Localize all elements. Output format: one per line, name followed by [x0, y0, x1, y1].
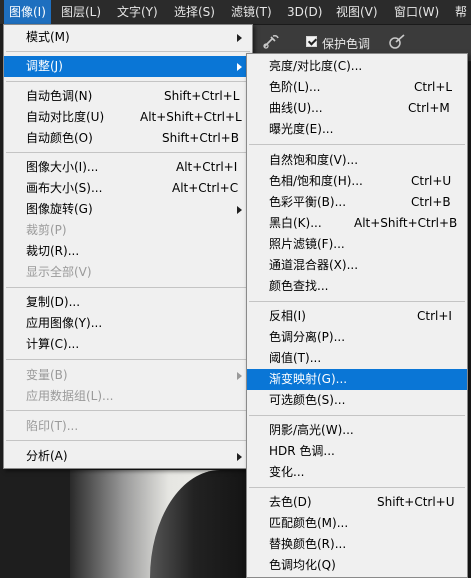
menubar-layer[interactable]: 图层(L)	[56, 0, 106, 24]
submenu-arrow-icon	[237, 34, 242, 42]
menubar-3d[interactable]: 3D(D)	[282, 0, 327, 24]
menubar-type[interactable]: 文字(Y)	[112, 0, 163, 24]
menu-item-calculations[interactable]: 计算(C)...	[4, 334, 252, 355]
menu-item-mode[interactable]: 模式(M)	[4, 27, 252, 48]
menu-separator	[6, 81, 250, 82]
shortcut-label: Alt+Shift+Ctrl+L	[140, 110, 242, 124]
shortcut-label: Shift+Ctrl+L	[164, 89, 240, 103]
adjustments-submenu: 亮度/对比度(C)... 色阶(L)... Ctrl+L 曲线(U)... Ctrl…	[246, 53, 468, 578]
shortcut-label: Shift+Ctrl+U	[377, 495, 455, 509]
menu-item-black-white[interactable]: 黑白(K)... Alt+Shift+Ctrl+B	[247, 213, 467, 234]
menu-item-levels[interactable]: 色阶(L)... Ctrl+L	[247, 77, 467, 98]
shortcut-label: Alt+Ctrl+C	[172, 181, 239, 195]
protect-tones-checkbox[interactable]	[306, 36, 317, 47]
submenu-arrow-icon	[237, 206, 242, 214]
menu-item-curves[interactable]: 曲线(U)... Ctrl+M	[247, 98, 467, 119]
menu-separator	[249, 144, 465, 145]
menu-separator	[249, 415, 465, 416]
menu-item-duplicate[interactable]: 复制(D)...	[4, 292, 252, 313]
shortcut-label: Ctrl+L	[414, 80, 453, 94]
menu-bar: 图像(I) 图层(L) 文字(Y) 选择(S) 滤镜(T) 3D(D) 视图(V…	[0, 0, 471, 25]
menu-item-posterize[interactable]: 色调分离(P)...	[247, 327, 467, 348]
menu-item-shadows-highlights[interactable]: 阴影/高光(W)...	[247, 420, 467, 441]
shortcut-label: Shift+Ctrl+B	[162, 131, 239, 145]
menubar-view[interactable]: 视图(V)	[331, 0, 383, 24]
menu-item-selective-color[interactable]: 可选颜色(S)...	[247, 390, 467, 411]
menu-item-variations[interactable]: 变化...	[247, 462, 467, 483]
menu-item-color-lookup[interactable]: 颜色查找...	[247, 276, 467, 297]
submenu-arrow-icon	[237, 453, 242, 461]
shortcut-label: Ctrl+U	[411, 174, 452, 188]
menu-item-trim[interactable]: 裁切(R)...	[4, 241, 252, 262]
airbrush-icon[interactable]	[262, 34, 280, 54]
shortcut-label: Ctrl+B	[411, 195, 451, 209]
shortcut-label: Ctrl+I	[417, 309, 452, 323]
menu-separator	[6, 440, 250, 441]
shortcut-label: Ctrl+M	[408, 101, 450, 115]
menu-item-photo-filter[interactable]: 照片滤镜(F)...	[247, 234, 467, 255]
menubar-help[interactable]: 帮	[450, 0, 471, 24]
menu-separator	[6, 410, 250, 411]
submenu-arrow-icon	[237, 372, 242, 380]
menu-item-trap[interactable]: 陷印(T)...	[4, 416, 252, 437]
menu-separator	[6, 287, 250, 288]
menu-item-canvas-size[interactable]: 画布大小(S)... Alt+Ctrl+C	[4, 178, 252, 199]
menu-item-apply-data-set[interactable]: 应用数据组(L)...	[4, 386, 252, 407]
menu-item-vibrance[interactable]: 自然饱和度(V)...	[247, 150, 467, 171]
protect-tones-label: 保护色调	[322, 37, 371, 51]
menu-item-equalize[interactable]: 色调均化(Q)	[247, 555, 467, 576]
menubar-window[interactable]: 窗口(W)	[389, 0, 444, 24]
menubar-image[interactable]: 图像(I)	[4, 0, 51, 24]
menu-item-channel-mixer[interactable]: 通道混合器(X)...	[247, 255, 467, 276]
menu-separator	[6, 152, 250, 153]
menu-item-brightness-contrast[interactable]: 亮度/对比度(C)...	[247, 56, 467, 77]
menu-item-reveal-all[interactable]: 显示全部(V)	[4, 262, 252, 283]
shortcut-label: Alt+Shift+Ctrl+B	[354, 216, 458, 230]
menu-item-image-size[interactable]: 图像大小(I)... Alt+Ctrl+I	[4, 157, 252, 178]
menu-separator	[249, 301, 465, 302]
menu-item-crop[interactable]: 裁剪(P)	[4, 220, 252, 241]
menubar-filter[interactable]: 滤镜(T)	[226, 0, 277, 24]
menu-item-hue-saturation[interactable]: 色相/饱和度(H)... Ctrl+U	[247, 171, 467, 192]
menu-item-exposure[interactable]: 曝光度(E)...	[247, 119, 467, 140]
menu-item-adjustments[interactable]: 调整(J)	[4, 56, 252, 77]
menu-item-gradient-map[interactable]: 渐变映射(G)...	[247, 369, 467, 390]
image-menu: 模式(M) 调整(J) 自动色调(N) Shift+Ctrl+L 自动对比度(U)…	[3, 24, 253, 469]
menu-item-auto-contrast[interactable]: 自动对比度(U) Alt+Shift+Ctrl+L	[4, 107, 252, 128]
menu-item-auto-tone[interactable]: 自动色调(N) Shift+Ctrl+L	[4, 86, 252, 107]
menubar-select[interactable]: 选择(S)	[169, 0, 220, 24]
menu-item-match-color[interactable]: 匹配颜色(M)...	[247, 513, 467, 534]
menu-item-image-rotation[interactable]: 图像旋转(G)	[4, 199, 252, 220]
menu-item-color-balance[interactable]: 色彩平衡(B)... Ctrl+B	[247, 192, 467, 213]
menu-item-desaturate[interactable]: 去色(D) Shift+Ctrl+U	[247, 492, 467, 513]
submenu-arrow-icon	[237, 63, 242, 71]
menu-item-threshold[interactable]: 阈值(T)...	[247, 348, 467, 369]
menu-item-invert[interactable]: 反相(I) Ctrl+I	[247, 306, 467, 327]
menu-item-auto-color[interactable]: 自动颜色(O) Shift+Ctrl+B	[4, 128, 252, 149]
shortcut-label: Alt+Ctrl+I	[176, 160, 238, 174]
menu-item-variables[interactable]: 变量(B)	[4, 365, 252, 386]
menu-item-analysis[interactable]: 分析(A)	[4, 446, 252, 467]
menu-item-apply-image[interactable]: 应用图像(Y)...	[4, 313, 252, 334]
pressure-icon[interactable]	[388, 34, 406, 54]
menu-separator	[249, 487, 465, 488]
menu-item-replace-color[interactable]: 替换颜色(R)...	[247, 534, 467, 555]
menu-item-hdr-toning[interactable]: HDR 色调...	[247, 441, 467, 462]
menu-separator	[6, 359, 250, 360]
menu-separator	[6, 51, 250, 52]
